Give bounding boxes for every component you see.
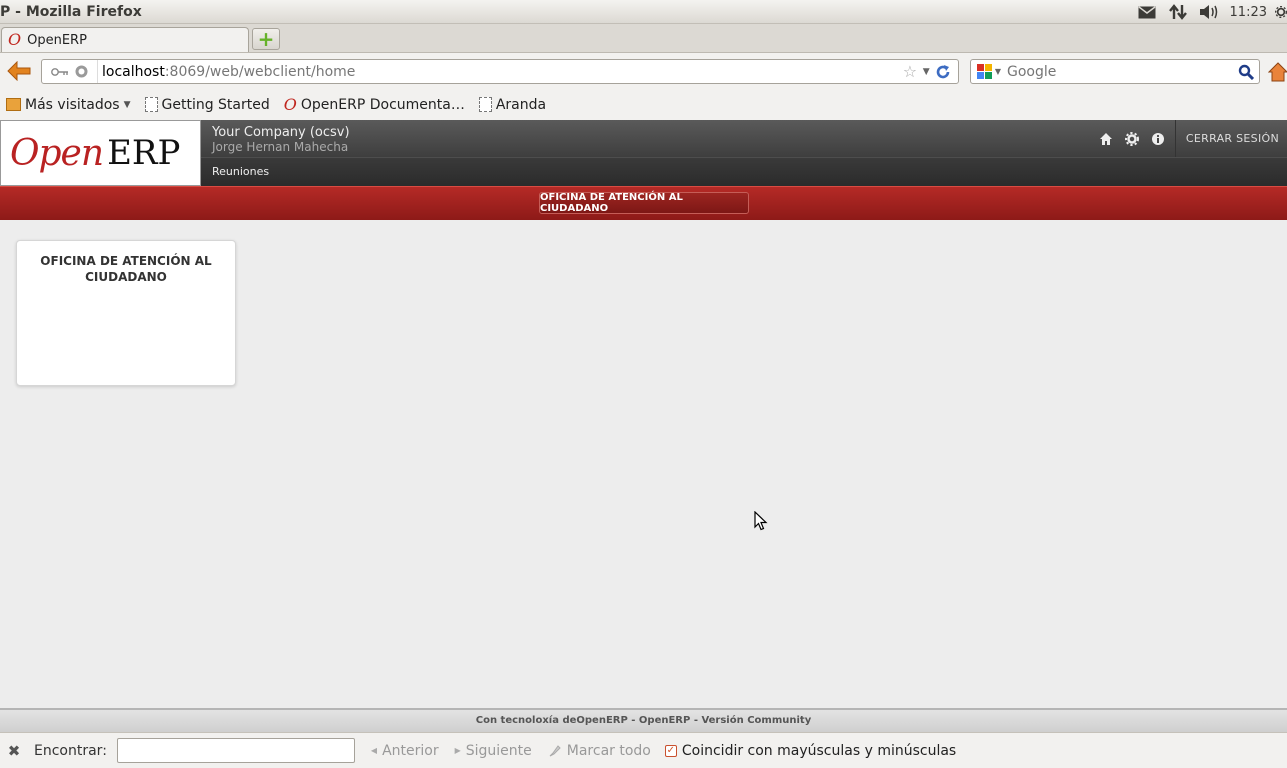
highlighter-icon [549,744,561,756]
back-button[interactable] [4,58,34,84]
openerp-logo[interactable]: Open ERP [0,120,201,186]
bookmark-getting-started[interactable]: Getting Started [144,96,270,113]
highlight-all-label: Marcar todo [566,742,651,759]
url-path: :8069/web/webclient/home [164,63,356,80]
bookmark-label: Aranda [495,96,547,113]
logo-erp-text: ERP [107,133,181,173]
plus-icon: + [257,27,275,51]
url-text[interactable]: localhost:8069/web/webclient/home [98,64,900,80]
home-icon [1268,61,1287,81]
find-input[interactable] [116,738,355,763]
bookmark-openerp-docs[interactable]: O OpenERP Documenta… [283,94,465,114]
match-case-label: Coincidir con mayúsculas y minúsculas [681,742,957,759]
opera-o-icon: O [8,30,22,49]
find-bar: ✖ Encontrar: ◀ Anterior ▶ Siguiente Marc… [0,732,1287,768]
tab-strip: O OpenERP + [0,24,1287,52]
bookmark-label: OpenERP Documenta… [300,96,465,113]
section-button[interactable]: OFICINA DE ATENCIÓN AL CIUDADANO [539,192,749,214]
search-engine-dropdown-icon: ▼ [994,67,1002,76]
new-tab-button[interactable]: + [252,28,280,50]
reload-icon[interactable] [935,64,951,80]
checkbox-checked-icon: ✓ [664,744,677,757]
clock[interactable]: 11:23 [1224,0,1275,24]
openerp-header: Open ERP Your Company (ocsv) Jorge Herna… [0,120,1287,186]
menu-item-reuniones[interactable]: Reuniones [212,165,269,178]
magnifier-icon [1238,64,1254,80]
url-bar[interactable]: localhost:8069/web/webclient/home ☆ ▼ [41,59,959,84]
bookmarks-toolbar: Más visitados ▼ Getting Started O OpenER… [0,89,1287,120]
google-icon [976,64,992,79]
globe-icon [75,65,88,78]
arrow-left-icon: ◀ [370,746,378,755]
mouse-cursor-icon [754,511,768,531]
logout-button[interactable]: CERRAR SESIÓN [1174,120,1287,157]
search-go-button[interactable] [1233,64,1259,80]
info-icon[interactable] [1145,120,1171,157]
url-dropdown-icon[interactable]: ▼ [923,67,930,77]
search-bar[interactable]: ▼ [970,59,1260,84]
os-top-panel: P - Mozilla Firefox 11:23 [0,0,1287,24]
home-icon[interactable] [1093,120,1119,157]
dashboard-card[interactable]: OFICINA DE ATENCIÓN AL CIUDADANO [16,240,236,386]
find-label: Encontrar: [34,742,107,759]
header-actions: CERRAR SESIÓN [1093,120,1287,157]
user-name: Jorge Hernan Mahecha [212,140,349,154]
bookmark-label: Getting Started [161,96,270,113]
find-previous-label: Anterior [382,742,439,759]
tab-openerp[interactable]: O OpenERP [1,27,249,52]
openerp-topbar: Your Company (ocsv) Jorge Hernan Mahecha… [201,120,1287,157]
arrow-right-icon: ▶ [454,746,461,755]
find-next-label: Siguiente [465,742,532,759]
section-bar: OFICINA DE ATENCIÓN AL CIUDADANO [0,186,1287,220]
bookmark-star-icon[interactable]: ☆ [903,62,917,81]
find-previous-button[interactable]: ◀ Anterior [371,743,439,759]
key-icon [51,67,68,76]
url-host: localhost [102,63,165,80]
url-bar-actions: ☆ ▼ [900,62,958,81]
volume-icon[interactable] [1194,0,1224,24]
gear-icon[interactable] [1275,0,1287,24]
opera-o-icon: O [283,94,297,114]
site-identity-button[interactable] [42,60,98,83]
openerp-menubar: Reuniones [201,157,1287,186]
gear-icon[interactable] [1119,120,1145,157]
company-name: Your Company (ocsv) [212,125,350,140]
bookmark-most-visited[interactable]: Más visitados ▼ [6,97,131,113]
back-arrow-icon [7,61,31,81]
home-button[interactable] [1268,59,1287,84]
logo-open-text: Open [10,132,104,174]
folder-icon [6,98,21,111]
bookmark-label: Más visitados [25,96,120,113]
tab-label: OpenERP [27,32,87,48]
openerp-footer: Con tecnoloxía deOpenERP - OpenERP - Ver… [0,708,1287,732]
find-next-button[interactable]: ▶ Siguiente [455,743,532,759]
search-input[interactable] [1007,63,1233,80]
page-icon [478,97,492,112]
bookmark-aranda[interactable]: Aranda [478,96,547,113]
window-title: P - Mozilla Firefox [0,4,142,20]
system-tray: 11:23 [1132,0,1287,24]
network-icon[interactable] [1162,0,1194,24]
page-icon [144,97,158,112]
chevron-down-icon: ▼ [123,99,131,110]
navigation-toolbar: localhost:8069/web/webclient/home ☆ ▼ ▼ [0,52,1287,89]
search-engine-selector[interactable]: ▼ [971,64,1007,79]
highlight-all-button[interactable]: Marcar todo [548,743,651,759]
mail-icon[interactable] [1132,0,1162,24]
dashboard-card-title: OFICINA DE ATENCIÓN AL CIUDADANO [40,254,212,284]
dashboard-area: OFICINA DE ATENCIÓN AL CIUDADANO [0,220,1287,708]
match-case-checkbox[interactable]: ✓ Coincidir con mayúsculas y minúsculas [664,742,957,759]
close-icon[interactable]: ✖ [0,742,28,760]
